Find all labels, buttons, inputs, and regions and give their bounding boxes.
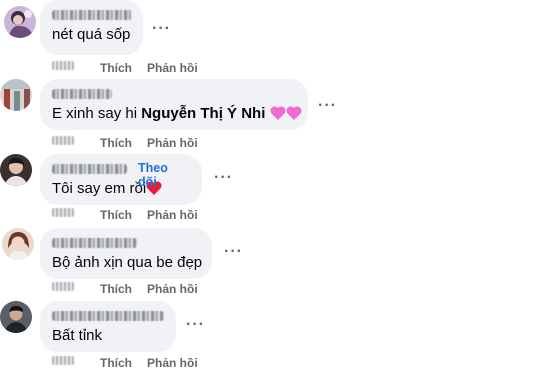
- author-name[interactable]: [52, 235, 200, 251]
- like-link[interactable]: Thích: [100, 61, 132, 75]
- avatar[interactable]: [0, 79, 32, 111]
- comment-actions: Thích Phản hồi: [40, 136, 260, 152]
- comment-bubble: Theo dõi Tôi say em rồi: [40, 154, 202, 205]
- comment-bubble: E xinh say hi Nguyễn Thị Ý Nhi: [40, 79, 308, 130]
- ellipsis-icon[interactable]: ···: [224, 244, 243, 260]
- reply-link[interactable]: Phản hồi: [147, 356, 198, 370]
- comment-bubble: Bộ ảnh xịn qua be đẹp: [40, 228, 212, 279]
- reply-link[interactable]: Phản hồi: [147, 208, 198, 222]
- author-name[interactable]: [52, 86, 296, 102]
- like-link[interactable]: Thích: [100, 356, 132, 370]
- comment-actions: Thích Phản hồi: [40, 282, 260, 298]
- reply-link[interactable]: Phản hồi: [147, 61, 198, 75]
- mention-link[interactable]: Nguyễn Thị Ý Nhi: [141, 105, 265, 122]
- comment-bubble: Bất tỉnk: [40, 301, 176, 352]
- ellipsis-icon[interactable]: ···: [318, 98, 337, 114]
- comment-text: Bộ ảnh xịn qua be đẹp: [52, 254, 203, 271]
- author-name[interactable]: Theo dõi: [52, 161, 190, 189]
- pink-hearts-icon: [270, 105, 304, 127]
- avatar[interactable]: [0, 301, 32, 333]
- reply-link[interactable]: Phản hồi: [147, 282, 198, 296]
- ellipsis-icon[interactable]: ···: [186, 317, 205, 333]
- comment-text: E xinh say hi Nguyễn Thị Ý Nhi: [52, 104, 302, 127]
- comment-actions: Thích Phản hồi: [40, 356, 260, 372]
- avatar[interactable]: [0, 154, 32, 186]
- author-name[interactable]: [52, 308, 164, 324]
- like-link[interactable]: Thích: [100, 208, 132, 222]
- avatar[interactable]: [4, 6, 36, 38]
- comment-actions: Thích Phản hồi: [40, 61, 260, 77]
- timestamp[interactable]: [52, 282, 74, 291]
- follow-button[interactable]: Theo dõi: [138, 161, 190, 189]
- author-name[interactable]: [52, 7, 132, 23]
- timestamp[interactable]: [52, 61, 74, 70]
- ellipsis-icon[interactable]: ···: [214, 170, 233, 186]
- timestamp[interactable]: [52, 136, 74, 145]
- timestamp[interactable]: [52, 356, 74, 365]
- like-link[interactable]: Thích: [100, 136, 132, 150]
- comment-text: Bất tỉnk: [52, 327, 103, 344]
- comment-text: nét quá sốp: [52, 26, 131, 43]
- like-link[interactable]: Thích: [100, 282, 132, 296]
- comment-bubble: nét quá sốp: [40, 0, 143, 55]
- avatar[interactable]: [2, 228, 34, 260]
- comment-actions: Thích Phản hồi: [40, 208, 260, 224]
- reply-link[interactable]: Phản hồi: [147, 136, 198, 150]
- timestamp[interactable]: [52, 208, 74, 217]
- ellipsis-icon[interactable]: ···: [152, 21, 171, 37]
